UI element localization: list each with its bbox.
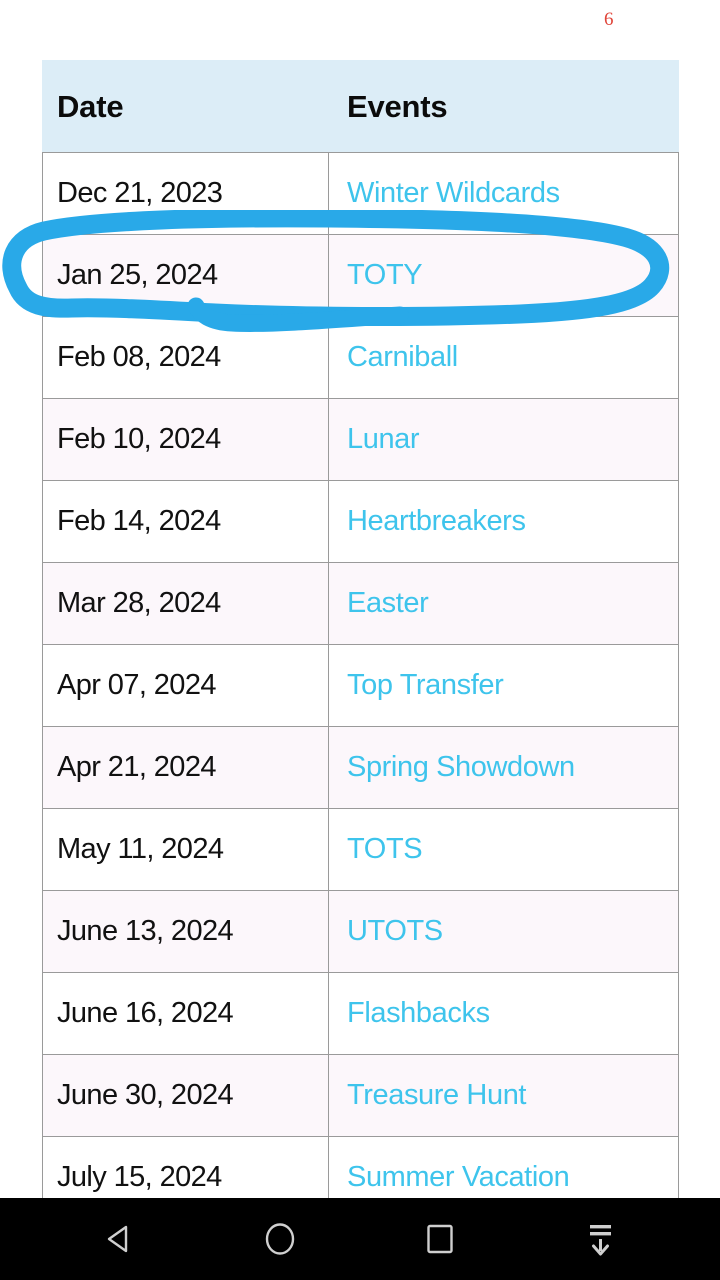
cell-event-link[interactable]: Treasure Hunt bbox=[328, 1054, 679, 1137]
table-row: Feb 10, 2024 Lunar bbox=[42, 398, 679, 481]
cell-event-link[interactable]: Spring Showdown bbox=[328, 726, 679, 809]
cell-date: Feb 10, 2024 bbox=[42, 398, 329, 481]
cell-date: June 16, 2024 bbox=[42, 972, 329, 1055]
table-row: Mar 28, 2024 Easter bbox=[42, 562, 679, 645]
cell-date: Dec 21, 2023 bbox=[42, 152, 329, 235]
cell-event-link[interactable]: TOTY bbox=[328, 234, 679, 317]
cell-event-link[interactable]: Carniball bbox=[328, 316, 679, 399]
cell-date: July 15, 2024 bbox=[42, 1136, 329, 1198]
cell-event-link[interactable]: Winter Wildcards bbox=[328, 152, 679, 235]
column-header-date: Date bbox=[42, 60, 329, 153]
table-row: June 30, 2024 Treasure Hunt bbox=[42, 1054, 679, 1137]
back-triangle-icon bbox=[107, 1225, 128, 1253]
table-row: Apr 07, 2024 Top Transfer bbox=[42, 644, 679, 727]
table-row: July 15, 2024 Summer Vacation bbox=[42, 1136, 679, 1198]
page-number-marker: 6 bbox=[604, 9, 614, 30]
table-row: Feb 08, 2024 Carniball bbox=[42, 316, 679, 399]
nav-home-button[interactable] bbox=[235, 1198, 325, 1280]
table-row: June 16, 2024 Flashbacks bbox=[42, 972, 679, 1055]
events-table: Date Events Dec 21, 2023 Winter Wildcards… bbox=[42, 60, 679, 1198]
cell-event-link[interactable]: UTOTS bbox=[328, 890, 679, 973]
table-row: May 11, 2024 TOTS bbox=[42, 808, 679, 891]
cell-date: June 13, 2024 bbox=[42, 890, 329, 973]
column-header-events: Events bbox=[328, 60, 679, 153]
cell-date: June 30, 2024 bbox=[42, 1054, 329, 1137]
cell-date: Apr 07, 2024 bbox=[42, 644, 329, 727]
table-row: June 13, 2024 UTOTS bbox=[42, 890, 679, 973]
table-row: Jan 25, 2024 TOTY bbox=[42, 234, 679, 317]
hide-keyboard-icon bbox=[590, 1225, 611, 1256]
table-header: Date Events bbox=[42, 60, 679, 153]
page-content: 6 Date Events Dec 21, 2023 Winter Wildcar… bbox=[0, 0, 720, 1198]
cell-event-link[interactable]: Lunar bbox=[328, 398, 679, 481]
cell-event-link[interactable]: Summer Vacation bbox=[328, 1136, 679, 1198]
cell-date: May 11, 2024 bbox=[42, 808, 329, 891]
cell-date: Apr 21, 2024 bbox=[42, 726, 329, 809]
nav-recents-button[interactable] bbox=[395, 1198, 485, 1280]
table-row: Dec 21, 2023 Winter Wildcards bbox=[42, 152, 679, 235]
table-body: Dec 21, 2023 Winter Wildcards Jan 25, 2024… bbox=[42, 152, 679, 1198]
cell-date: Feb 08, 2024 bbox=[42, 316, 329, 399]
table-row: Feb 14, 2024 Heartbreakers bbox=[42, 480, 679, 563]
cell-event-link[interactable]: Easter bbox=[328, 562, 679, 645]
home-circle-icon bbox=[265, 1223, 295, 1255]
cell-event-link[interactable]: Heartbreakers bbox=[328, 480, 679, 563]
nav-hide-keyboard-button[interactable] bbox=[555, 1198, 645, 1280]
table-row: Apr 21, 2024 Spring Showdown bbox=[42, 726, 679, 809]
nav-back-button[interactable] bbox=[75, 1198, 165, 1280]
cell-date: Feb 14, 2024 bbox=[42, 480, 329, 563]
android-navigation-bar bbox=[0, 1198, 720, 1280]
cell-date: Mar 28, 2024 bbox=[42, 562, 329, 645]
cell-event-link[interactable]: Top Transfer bbox=[328, 644, 679, 727]
cell-date: Jan 25, 2024 bbox=[42, 234, 329, 317]
cell-event-link[interactable]: Flashbacks bbox=[328, 972, 679, 1055]
table-header-row: Date Events bbox=[42, 60, 679, 153]
cell-event-link[interactable]: TOTS bbox=[328, 808, 679, 891]
recents-square-icon bbox=[427, 1224, 453, 1254]
